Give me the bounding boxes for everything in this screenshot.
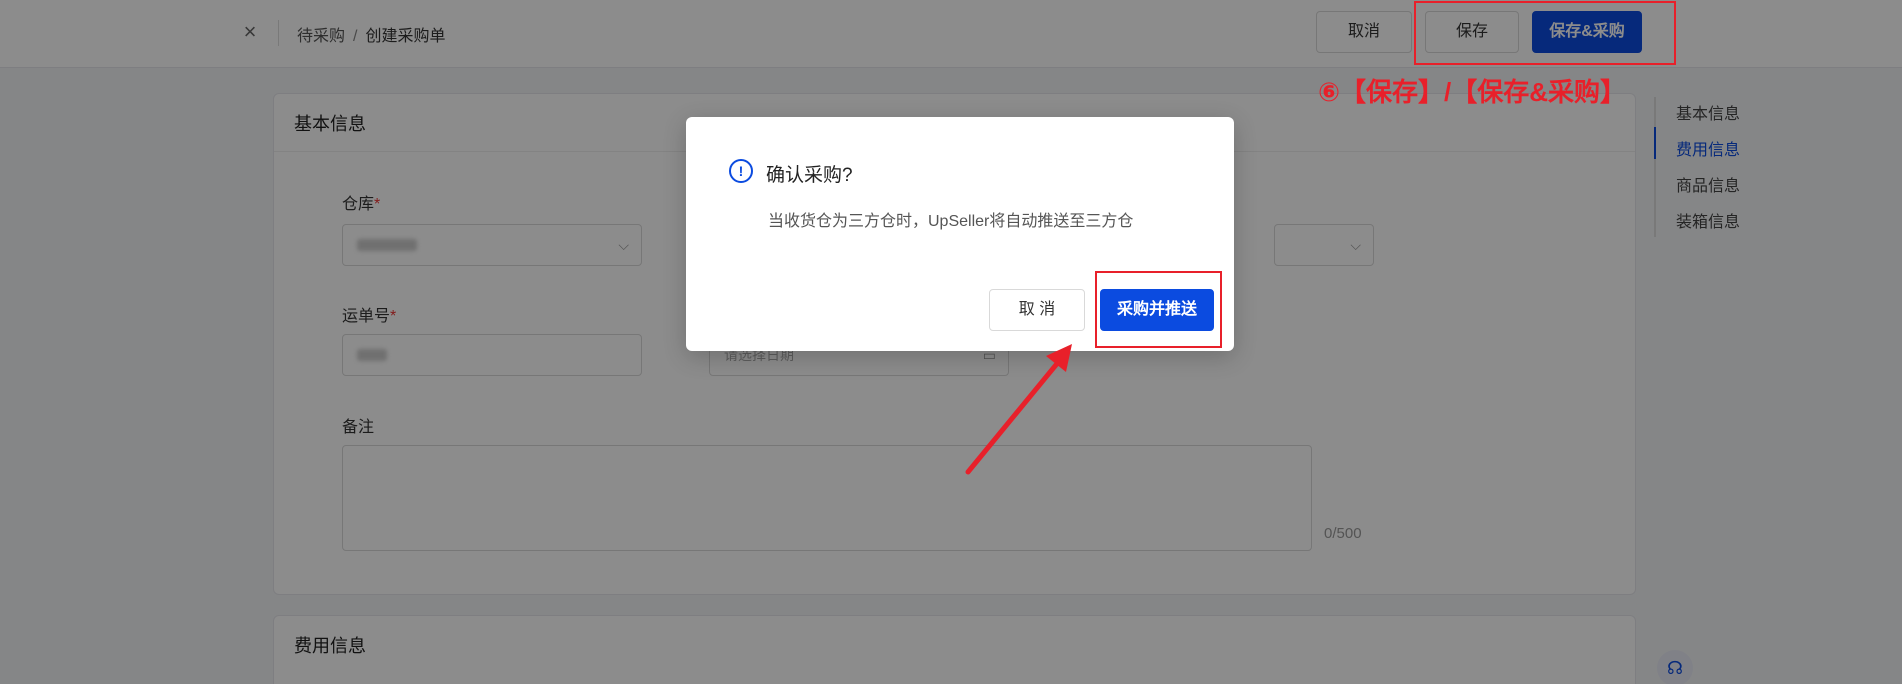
annotation-arrow [965,344,1072,475]
